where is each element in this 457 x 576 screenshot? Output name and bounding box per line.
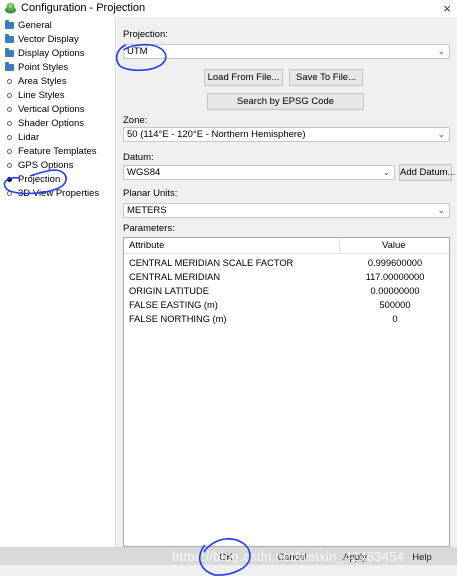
folder-icon: [4, 48, 14, 59]
sidebar-item-vertical-options[interactable]: Vertical Options: [4, 103, 85, 116]
close-icon[interactable]: ×: [443, 0, 451, 17]
value-cell[interactable]: 0: [339, 314, 451, 324]
column-divider: [339, 238, 340, 254]
table-row[interactable]: CENTRAL MERIDIAN SCALE FACTOR 0.99960000…: [124, 257, 449, 270]
sidebar-item-projection[interactable]: Projection: [4, 173, 60, 186]
bullet-icon: [4, 91, 14, 101]
sidebar-item-display-options[interactable]: Display Options: [4, 47, 85, 60]
datum-label: Datum:: [123, 152, 154, 163]
add-datum-button[interactable]: Add Datum...: [399, 164, 455, 181]
attribute-cell: ORIGIN LATITUDE: [129, 286, 209, 296]
bullet-icon: [4, 105, 14, 115]
planar-units-label: Planar Units:: [123, 188, 178, 199]
sidebar-item-label: 3D View Properties: [18, 188, 100, 199]
projection-value: UTM: [127, 46, 148, 57]
sidebar-item-label: Area Styles: [18, 76, 67, 87]
sidebar-item-area-styles[interactable]: Area Styles: [4, 75, 67, 88]
save-to-file-button[interactable]: Save To File...: [289, 69, 363, 86]
projection-panel: Projection: UTM ⌄ Load From File... Save…: [117, 17, 457, 547]
bullet-icon: [4, 161, 14, 171]
column-header-attribute[interactable]: Attribute: [129, 240, 164, 251]
sidebar-item-line-styles[interactable]: Line Styles: [4, 89, 64, 102]
zone-label: Zone:: [123, 115, 148, 126]
title-bar: Configuration - Projection ×: [0, 0, 457, 17]
datum-select[interactable]: WGS84 ⌄: [123, 165, 395, 180]
bullet-icon: [4, 189, 14, 199]
sidebar-item-3d-view-properties[interactable]: 3D View Properties: [4, 187, 99, 200]
sidebar-item-label: Line Styles: [18, 90, 65, 101]
planar-units-value: METERS: [127, 205, 167, 216]
window-title: Configuration - Projection: [21, 2, 146, 14]
parameters-table[interactable]: Attribute Value CENTRAL MERIDIAN SCALE F…: [123, 237, 450, 547]
zone-select[interactable]: 50 (114°E - 120°E - Northern Hemisphere)…: [123, 127, 450, 142]
sidebar-item-label: Vertical Options: [18, 104, 85, 115]
value-cell[interactable]: 500000: [339, 300, 451, 310]
bullet-icon: [4, 119, 14, 129]
planar-units-select[interactable]: METERS ⌄: [123, 203, 450, 218]
folder-icon: [4, 20, 14, 31]
chevron-down-icon: ⌄: [437, 205, 445, 215]
help-button[interactable]: Help: [406, 550, 438, 566]
attribute-cell: CENTRAL MERIDIAN: [129, 272, 221, 282]
value-cell[interactable]: 117.00000000: [339, 272, 451, 282]
value-cell[interactable]: 0.999600000: [339, 258, 451, 268]
sidebar-item-gps-options[interactable]: GPS Options: [4, 159, 73, 172]
chevron-down-icon: ⌄: [437, 46, 445, 56]
sidebar-item-feature-templates[interactable]: Feature Templates: [4, 145, 97, 158]
projection-label: Projection:: [123, 29, 168, 40]
sidebar-item-shader-options[interactable]: Shader Options: [4, 117, 84, 130]
value-cell[interactable]: 0.00000000: [339, 286, 451, 296]
projection-select[interactable]: UTM ⌄: [123, 44, 450, 59]
sidebar-item-label: Vector Display: [18, 34, 79, 45]
zone-value: 50 (114°E - 120°E - Northern Hemisphere): [127, 129, 306, 140]
table-row[interactable]: ORIGIN LATITUDE 0.00000000: [124, 285, 449, 298]
sidebar-item-label: Display Options: [18, 48, 85, 59]
search-epsg-button[interactable]: Search by EPSG Code: [207, 93, 364, 110]
sidebar-item-general[interactable]: General: [4, 19, 52, 32]
sidebar-item-lidar[interactable]: Lidar: [4, 131, 39, 144]
attribute-cell: FALSE EASTING (m): [129, 300, 218, 310]
folder-icon: [4, 62, 14, 73]
bullet-icon: [4, 147, 14, 157]
datum-value: WGS84: [127, 167, 161, 178]
chevron-down-icon: ⌄: [437, 129, 445, 139]
sidebar: General Vector Display Display Options P…: [0, 17, 116, 547]
dialog-button-bar: OK Cancel Apply Help https://blog.csdn.n…: [0, 547, 457, 576]
load-from-file-button[interactable]: Load From File...: [204, 69, 283, 86]
table-row[interactable]: FALSE EASTING (m) 500000: [124, 299, 449, 312]
sidebar-item-point-styles[interactable]: Point Styles: [4, 61, 68, 74]
table-row[interactable]: CENTRAL MERIDIAN 117.00000000: [124, 271, 449, 284]
chevron-down-icon: ⌄: [382, 167, 390, 177]
table-row[interactable]: FALSE NORTHING (m) 0: [124, 313, 449, 326]
sidebar-item-label: GPS Options: [18, 160, 74, 171]
attribute-cell: CENTRAL MERIDIAN SCALE FACTOR: [129, 258, 294, 268]
watermark: https://blog.csdn.net/weixin_42463454: [172, 549, 405, 564]
column-header-value[interactable]: Value: [382, 240, 406, 251]
sidebar-item-label: Lidar: [18, 132, 40, 143]
selected-bullet-icon: [4, 175, 14, 185]
table-header: Attribute Value: [124, 238, 449, 254]
sidebar-item-label: General: [18, 20, 52, 31]
bullet-icon: [4, 77, 14, 87]
sidebar-item-vector-display[interactable]: Vector Display: [4, 33, 79, 46]
attribute-cell: FALSE NORTHING (m): [129, 314, 227, 324]
parameters-label: Parameters:: [123, 223, 175, 234]
bullet-icon: [4, 133, 14, 143]
sidebar-item-label: Point Styles: [18, 62, 69, 73]
folder-icon: [4, 34, 14, 45]
sidebar-item-label: Shader Options: [18, 118, 85, 129]
sidebar-item-label: Projection: [18, 174, 61, 185]
sidebar-item-label: Feature Templates: [18, 146, 97, 157]
app-logo-icon: [5, 3, 16, 14]
